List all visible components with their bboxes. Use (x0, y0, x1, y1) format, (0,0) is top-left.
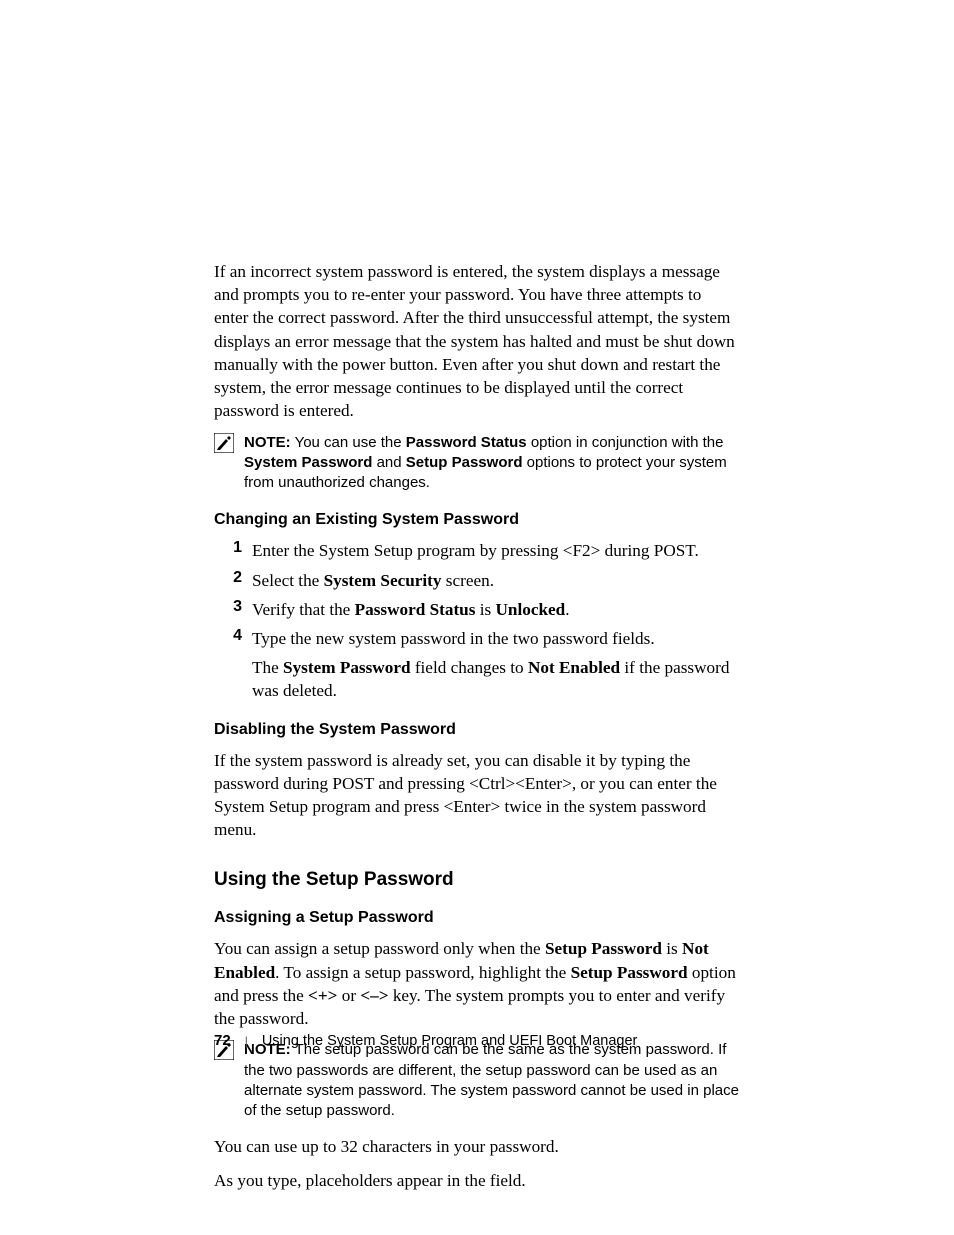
step-2-text: Select the System Security screen. (252, 569, 494, 592)
note-1-seg-2: option in conjunction with the (527, 434, 724, 451)
page-footer: 72 | Using the System Setup Program and … (214, 1032, 637, 1049)
note-block-1: NOTE: You can use the Password Status op… (214, 433, 739, 494)
step-2-seg-2: screen. (442, 571, 495, 590)
list-item: 3 Verify that the Password Status is Unl… (214, 598, 739, 621)
page-number: 72 (214, 1032, 231, 1049)
step-1-text: Enter the System Setup program by pressi… (252, 539, 699, 562)
footer-separator: | (245, 1034, 248, 1048)
note-1-bold-2: System Password (244, 454, 372, 471)
note-1-text: NOTE: You can use the Password Status op… (244, 433, 739, 494)
assign-seg-3: . To assign a setup password, highlight … (275, 963, 570, 982)
note-2-text: NOTE: The setup password can be the same… (244, 1040, 739, 1121)
step-4-text: Type the new system password in the two … (252, 627, 739, 703)
note-2-body: The setup password can be the same as th… (244, 1041, 739, 1119)
step-4b-seg-2: field changes to (411, 658, 528, 677)
step-3-seg-3: . (565, 600, 569, 619)
assign-seg: You can assign a setup password only whe… (214, 939, 545, 958)
note-block-2: NOTE: The setup password can be the same… (214, 1040, 739, 1121)
step-3-bold-2: Unlocked (496, 600, 566, 619)
page-container: If an incorrect system password is enter… (0, 0, 954, 1235)
step-3-seg: Verify that the (252, 600, 355, 619)
assign-bold-4: <+> (308, 986, 337, 1005)
list-item: 4 Type the new system password in the tw… (214, 627, 739, 703)
assign-bold-5: <–> (360, 986, 388, 1005)
placeholders-paragraph: As you type, placeholders appear in the … (214, 1169, 739, 1192)
assign-seg-2: is (662, 939, 682, 958)
note-1-seg-3: and (372, 454, 405, 471)
step-number: 2 (214, 569, 252, 592)
step-number: 3 (214, 598, 252, 621)
step-number: 1 (214, 539, 252, 562)
assign-seg-5: or (337, 986, 360, 1005)
heading-changing-password: Changing an Existing System Password (214, 511, 739, 529)
step-2-seg: Select the (252, 571, 324, 590)
note-label: NOTE: (244, 434, 291, 451)
note-pencil-icon (214, 433, 234, 453)
step-3-seg-2: is (475, 600, 495, 619)
assign-bold-1: Setup Password (545, 939, 662, 958)
assign-bold-3: Setup Password (571, 963, 688, 982)
heading-assigning-setup-password: Assigning a Setup Password (214, 909, 739, 927)
note-1-bold-1: Password Status (406, 434, 527, 451)
disabling-paragraph: If the system password is already set, y… (214, 749, 739, 842)
note-1-seg: You can use the (291, 434, 406, 451)
step-4b-seg: The (252, 658, 283, 677)
step-2-bold: System Security (324, 571, 442, 590)
footer-title: Using the System Setup Program and UEFI … (262, 1033, 638, 1049)
step-number: 4 (214, 627, 252, 703)
heading-using-setup-password: Using the Setup Password (214, 869, 739, 891)
list-item: 2 Select the System Security screen. (214, 569, 739, 592)
chars-paragraph: You can use up to 32 characters in your … (214, 1135, 739, 1158)
step-4-sub: The System Password field changes to Not… (252, 656, 739, 702)
steps-list: 1 Enter the System Setup program by pres… (214, 539, 739, 702)
step-3-text: Verify that the Password Status is Unloc… (252, 598, 570, 621)
step-3-bold-1: Password Status (355, 600, 476, 619)
list-item: 1 Enter the System Setup program by pres… (214, 539, 739, 562)
step-4b-bold-1: System Password (283, 658, 410, 677)
step-4-seg: Type the new system password in the two … (252, 629, 655, 648)
note-1-bold-3: Setup Password (406, 454, 523, 471)
step-4b-bold-2: Not Enabled (528, 658, 620, 677)
heading-disabling-password: Disabling the System Password (214, 721, 739, 739)
intro-paragraph: If an incorrect system password is enter… (214, 260, 739, 423)
assign-paragraph: You can assign a setup password only whe… (214, 937, 739, 1030)
